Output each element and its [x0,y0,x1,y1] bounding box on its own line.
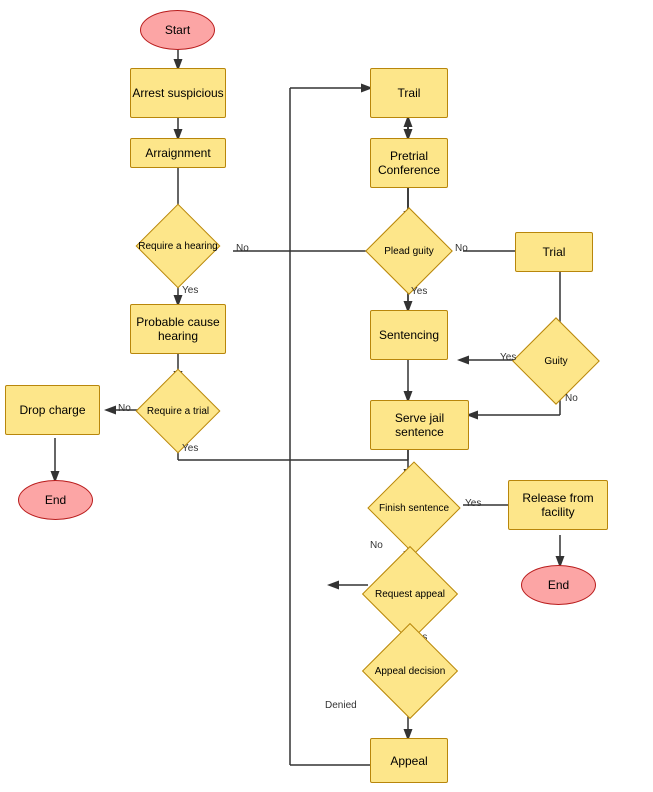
yes4-label: Yes [500,352,516,363]
flowchart-diagram: Start Arrest suspicious Arraignment Requ… [0,0,653,792]
plead-guilty-diamond: Plead guity [365,215,453,287]
require-trial-diamond: Require a trial [130,375,226,447]
sentencing-node: Sentencing [370,310,448,360]
arrest-node: Arrest suspicious [130,68,226,118]
start-node: Start [140,10,215,50]
denied-label: Denied [325,700,357,711]
trail-node: Trail [370,68,448,118]
pretrial-node: Pretrial Conference [370,138,448,188]
drop-charge-node: Drop charge [5,385,100,435]
no4-label: No [565,393,578,404]
no2-label: No [118,403,131,414]
finish-sentence-diamond: Finish sentence [365,472,463,544]
yes2-label: Yes [182,443,198,454]
end1-node: End [18,480,93,520]
serve-jail-node: Serve jail sentence [370,400,469,450]
yes3-label: Yes [411,286,427,297]
release-node: Release from facility [508,480,608,530]
trial-node: Trial [515,232,593,272]
no5-label: No [370,540,383,551]
no3-label: No [455,243,468,254]
probable-cause-node: Probable cause hearing [130,304,226,354]
no1-label: No [236,243,249,254]
arraignment-node: Arraignment [130,138,226,168]
guilty-diamond: Guity [512,325,600,397]
yes1-label: Yes [182,285,198,296]
require-hearing-diamond: Require a hearing [130,210,226,282]
end2-node: End [521,565,596,605]
appeal-decision-diamond: Appeal decision [360,635,460,707]
appeal-node: Appeal [370,738,448,783]
request-appeal-diamond: Request appeal [360,558,460,630]
yes5-label: Yes [465,498,481,509]
